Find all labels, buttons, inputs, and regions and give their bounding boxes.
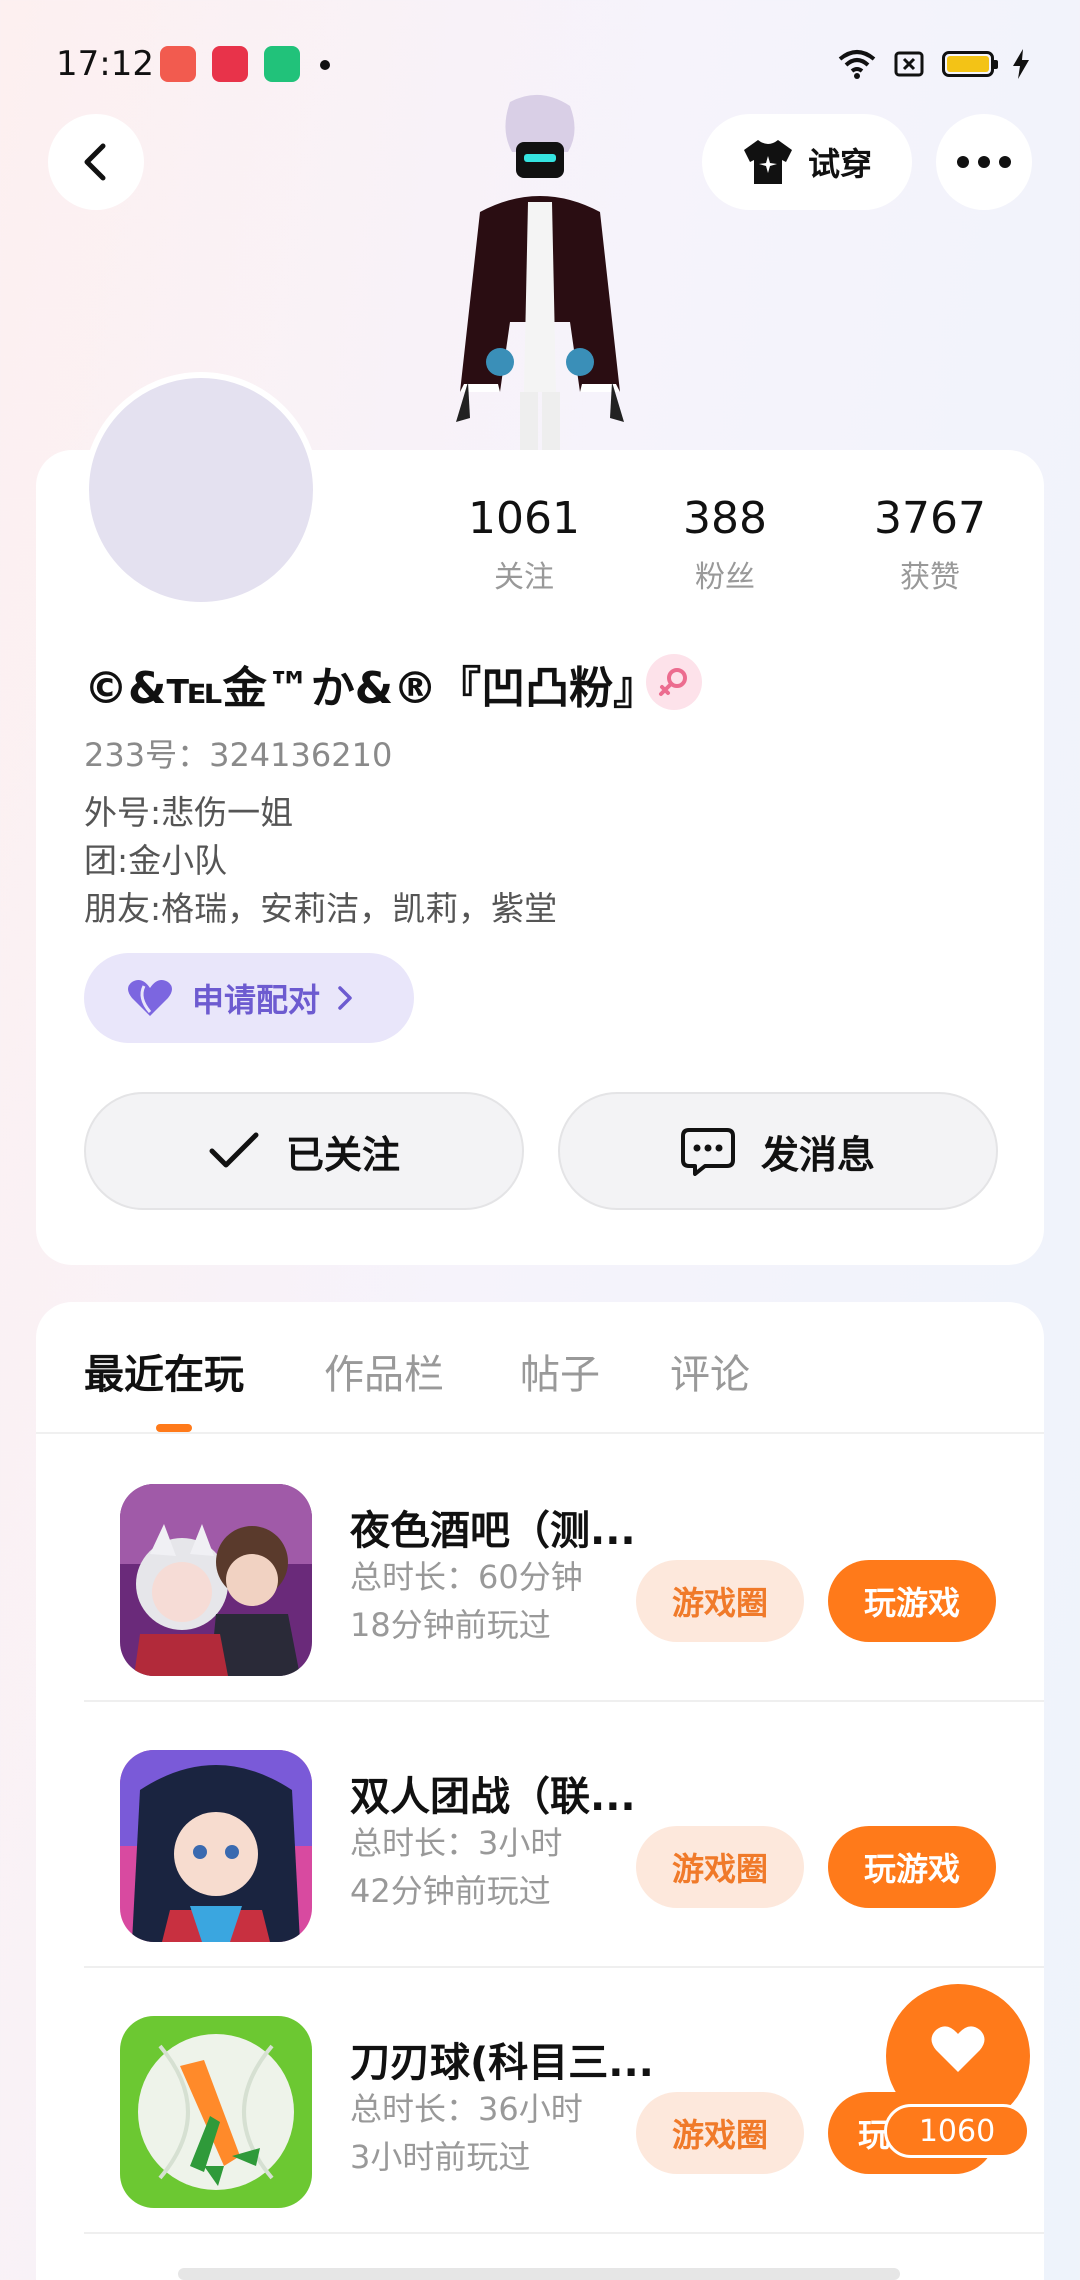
tab-bar: 最近在玩 作品栏 帖子 评论 — [36, 1302, 1044, 1434]
followers-stat[interactable]: 388 粉丝 — [625, 490, 825, 596]
game-last-played: 18分钟前玩过 — [350, 1606, 551, 1644]
charging-icon — [1013, 49, 1029, 79]
followed-button[interactable]: 已关注 — [84, 1092, 524, 1210]
following-stat[interactable]: 1061 关注 — [424, 490, 624, 596]
game-duration: 总时长：36小时 — [350, 2090, 583, 2128]
game-title: 双人团战（联... — [350, 1774, 636, 1820]
game-circle-button[interactable]: 游戏圈 — [636, 2092, 804, 2174]
game-title: 夜色酒吧（测... — [350, 1508, 636, 1554]
user-id: 233号：324136210 — [84, 736, 393, 774]
game-icon-blade-ball[interactable] — [120, 2016, 312, 2208]
likes-count: 3767 — [874, 493, 986, 544]
following-label: 关注 — [494, 560, 554, 595]
game-last-played: 42分钟前玩过 — [350, 1872, 551, 1910]
apply-match-button[interactable]: 申请配对 — [84, 953, 414, 1043]
bio-line: 团:金小队 — [84, 841, 228, 880]
followers-label: 粉丝 — [695, 560, 755, 595]
send-message-button[interactable]: 发消息 — [558, 1092, 998, 1210]
wifi-icon — [838, 50, 876, 79]
try-on-label: 试穿 — [807, 145, 872, 183]
tab-recently-played[interactable]: 最近在玩 — [84, 1342, 244, 1400]
like-count: 1060 — [884, 2104, 1030, 2158]
tab-works[interactable]: 作品栏 — [324, 1342, 444, 1400]
game-circle-button[interactable]: 游戏圈 — [636, 1560, 804, 1642]
game-duration: 总时长：3小时 — [350, 1824, 563, 1862]
avatar-character-figure[interactable] — [440, 92, 640, 452]
tab-indicator — [156, 1424, 192, 1432]
shopping-app-icon — [264, 46, 300, 82]
battery-icon — [942, 51, 998, 77]
back-button[interactable] — [48, 114, 144, 210]
video-app-icon — [212, 46, 248, 82]
notification-dot — [320, 60, 330, 70]
game-title: 刀刃球(科目三... — [350, 2040, 654, 2086]
game-icon-night-bar[interactable] — [120, 1484, 312, 1676]
game-icon-team-battle[interactable] — [120, 1750, 312, 1942]
chevron-left-icon — [84, 143, 106, 181]
status-time: 17:12 — [56, 44, 154, 84]
heart-pair-icon — [128, 980, 172, 1016]
game-list-item[interactable]: 夜色酒吧（测... 总时长：60分钟 18分钟前玩过 游戏圈 玩游戏 — [84, 1436, 1044, 1702]
apply-match-label: 申请配对 — [192, 981, 321, 1019]
shirt-icon — [743, 140, 792, 184]
play-game-button[interactable]: 玩游戏 — [828, 1560, 996, 1642]
game-last-played: 3小时前玩过 — [350, 2138, 531, 2176]
more-dots-icon — [957, 156, 1011, 168]
chat-bubble-icon — [680, 1128, 735, 1176]
check-icon — [209, 1132, 259, 1168]
bottom-scroll-bar — [178, 2268, 900, 2280]
heart-icon — [931, 2026, 985, 2072]
game-list-item[interactable]: 刀刃球(科目三... 总时长：36小时 3小时前玩过 游戏圈 玩 — [84, 1968, 1044, 2234]
more-options-button[interactable] — [936, 114, 1032, 210]
username: ©&℡金™か&®『凹凸粉』 — [84, 663, 658, 714]
likes-stat[interactable]: 3767 获赞 — [830, 490, 1030, 596]
avatar[interactable] — [83, 372, 319, 608]
followed-label: 已关注 — [285, 1132, 400, 1177]
tab-comments[interactable]: 评论 — [670, 1342, 750, 1400]
game-duration: 总时长：60分钟 — [350, 1558, 583, 1596]
following-count: 1061 — [468, 493, 580, 544]
send-message-label: 发消息 — [760, 1132, 875, 1177]
followers-count: 388 — [683, 493, 767, 544]
tab-posts[interactable]: 帖子 — [520, 1342, 600, 1400]
music-app-icon — [160, 46, 196, 82]
game-list-item[interactable]: 双人团战（联... 总时长：3小时 42分钟前玩过 游戏圈 玩游戏 — [84, 1702, 1044, 1968]
play-game-button[interactable]: 玩游戏 — [828, 1826, 996, 1908]
female-gender-icon — [646, 654, 702, 710]
try-on-button[interactable]: 试穿 — [702, 114, 912, 210]
sim-card-icon — [894, 51, 924, 77]
bio-line: 外号:悲伤一姐 — [84, 793, 294, 832]
likes-label: 获赞 — [900, 560, 960, 595]
bio-line: 朋友:格瑞，安莉洁，凯莉，紫堂 — [84, 889, 558, 928]
game-circle-button[interactable]: 游戏圈 — [636, 1826, 804, 1908]
chevron-right-icon — [338, 986, 352, 1010]
